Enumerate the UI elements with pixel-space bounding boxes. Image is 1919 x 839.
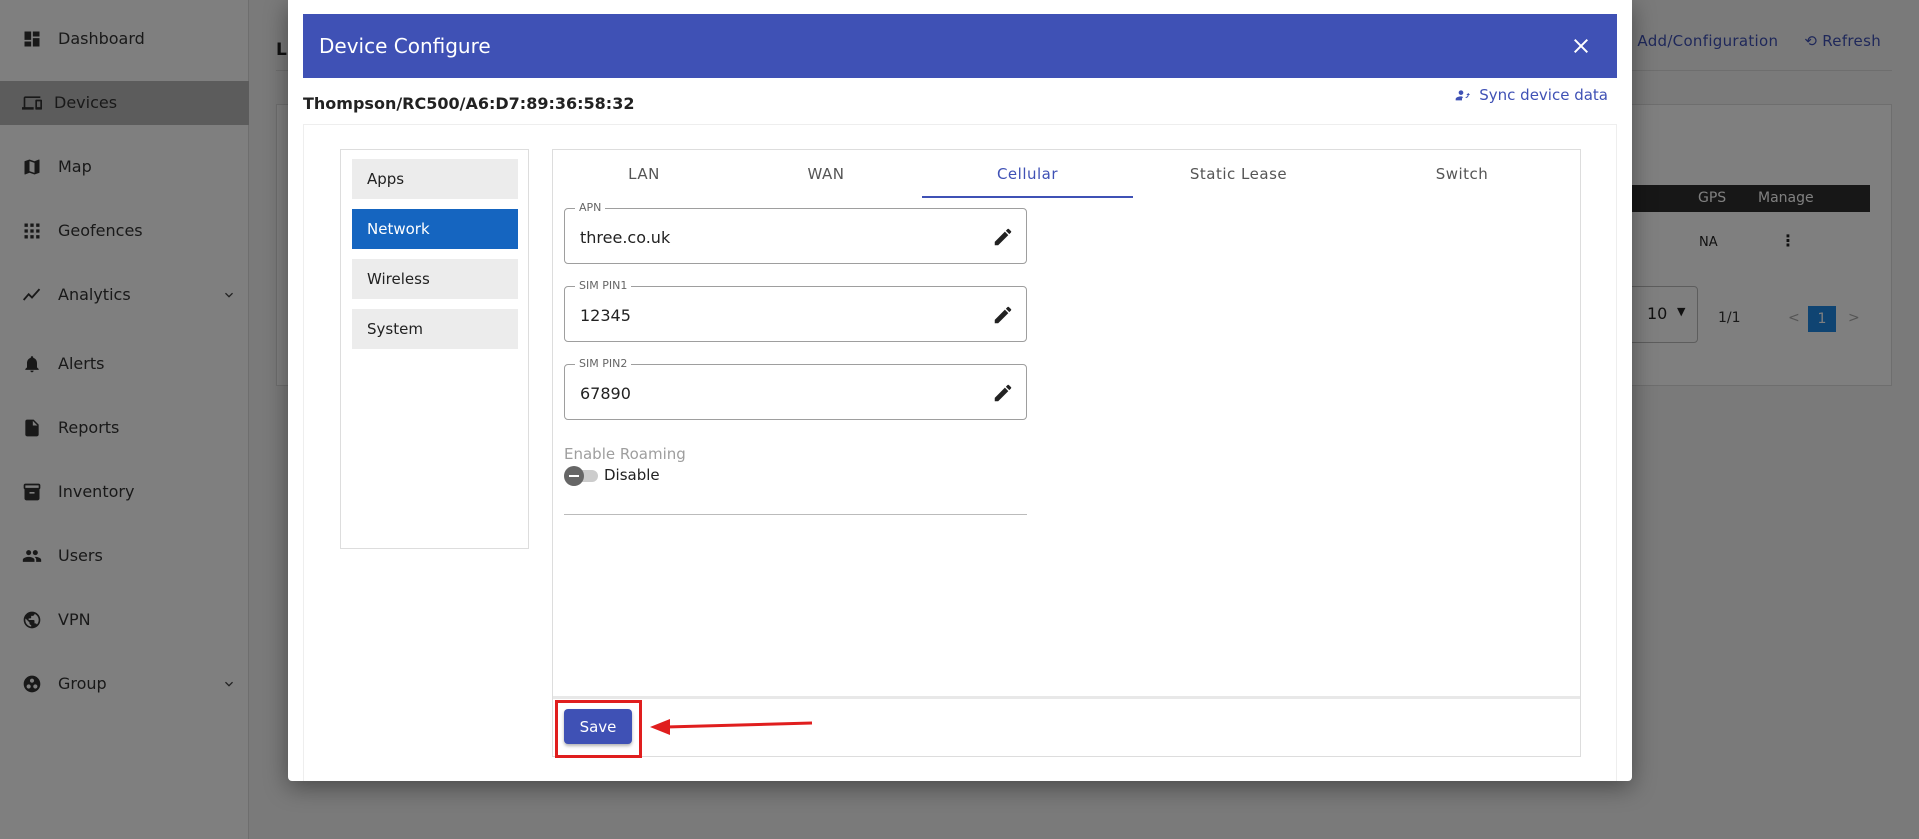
enable-roaming-label: Enable Roaming: [564, 445, 686, 463]
apn-label: APN: [575, 201, 606, 215]
sim-pin1-field: SIM PIN1: [564, 279, 1027, 342]
device-id: Thompson/RC500/A6:D7:89:36:58:32: [303, 94, 635, 113]
network-tab-panel: LAN WAN Cellular Static Lease Switch APN…: [552, 149, 1581, 757]
tab-switch[interactable]: Switch: [1344, 150, 1580, 198]
divider: [564, 514, 1027, 515]
apn-field: APN: [564, 201, 1027, 264]
menu-item-apps[interactable]: Apps: [352, 159, 518, 199]
device-configure-modal: Device Configure Thompson/RC500/A6:D7:89…: [288, 0, 1632, 781]
roaming-toggle[interactable]: [564, 464, 600, 486]
edit-icon[interactable]: [992, 226, 1014, 248]
sync-icon: [1455, 90, 1471, 101]
sim-pin2-field: SIM PIN2: [564, 357, 1027, 420]
tab-static-lease[interactable]: Static Lease: [1133, 150, 1344, 198]
sim-pin2-label: SIM PIN2: [575, 357, 632, 371]
modal-header: Device Configure: [303, 14, 1617, 78]
menu-item-network[interactable]: Network: [352, 209, 518, 249]
edit-icon[interactable]: [992, 304, 1014, 326]
close-icon[interactable]: [1569, 34, 1593, 58]
toggle-thumb: [564, 466, 584, 486]
menu-item-wireless[interactable]: Wireless: [352, 259, 518, 299]
tab-lan[interactable]: LAN: [553, 150, 735, 198]
save-highlight-box: [555, 700, 642, 758]
sim-pin1-input[interactable]: [580, 303, 960, 327]
network-tabs: LAN WAN Cellular Static Lease Switch: [553, 150, 1580, 198]
modal-title: Device Configure: [319, 34, 491, 58]
tab-wan[interactable]: WAN: [735, 150, 917, 198]
config-menu: Apps Network Wireless System: [340, 149, 529, 549]
sim-pin2-input[interactable]: [580, 381, 960, 405]
sync-label: Sync device data: [1479, 86, 1608, 104]
edit-icon[interactable]: [992, 382, 1014, 404]
sim-pin1-label: SIM PIN1: [575, 279, 632, 293]
apn-input[interactable]: [580, 225, 960, 249]
footer-divider: [553, 696, 1580, 699]
sync-device-data-link[interactable]: Sync device data: [1455, 86, 1608, 104]
tab-cellular[interactable]: Cellular: [922, 150, 1133, 198]
pointer-arrow-icon: [650, 719, 813, 735]
menu-item-system[interactable]: System: [352, 309, 518, 349]
roaming-state: Disable: [604, 466, 660, 484]
